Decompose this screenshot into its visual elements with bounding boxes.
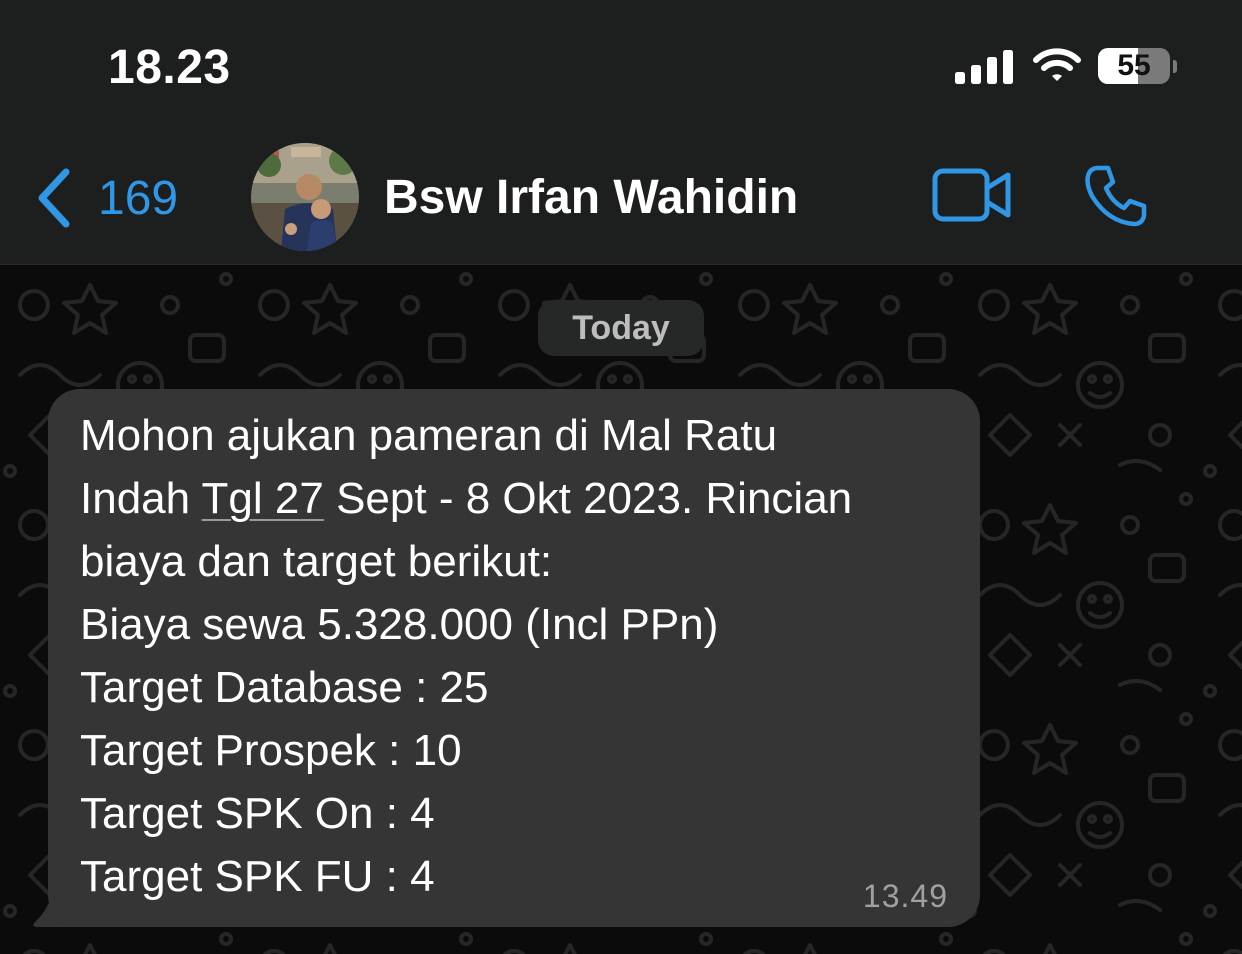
message-line: Target SPK FU : 4 — [80, 852, 435, 901]
message-bubble[interactable]: Mohon ajukan pameran di Mal Ratu Indah T… — [48, 389, 980, 927]
date-link[interactable]: Tgl 27 — [202, 474, 324, 523]
message-line: Mohon ajukan pameran di Mal Ratu — [80, 411, 778, 460]
video-call-button[interactable] — [932, 168, 1012, 229]
status-icons: 55 — [955, 44, 1195, 92]
wifi-icon — [1033, 48, 1081, 81]
video-camera-icon — [932, 168, 1011, 222]
battery-level: 55 — [1117, 49, 1151, 82]
battery-icon: 55 — [1098, 48, 1177, 84]
message-line: Target Database : 25 — [80, 663, 489, 712]
message-line: Target SPK On : 4 — [80, 789, 435, 838]
status-time: 18.23 — [108, 41, 231, 94]
phone-icon — [1085, 165, 1147, 227]
message-line-prefix: Indah — [80, 474, 191, 523]
message-line: biaya dan target berikut: — [80, 537, 553, 586]
contact-name[interactable]: Bsw Irfan Wahidin — [384, 170, 798, 225]
back-button[interactable]: 169 — [36, 165, 178, 231]
date-separator: Today — [538, 300, 704, 356]
avatar-photo — [251, 143, 359, 251]
message-line-rest: Sept - 8 Okt 2023. Rincian — [336, 474, 853, 523]
contact-avatar[interactable] — [251, 143, 359, 251]
message-line: Indah Tgl 27 Sept - 8 Okt 2023. Rincian — [80, 467, 960, 530]
voice-call-button[interactable] — [1084, 164, 1148, 233]
message-text: Mohon ajukan pameran di Mal Ratu Indah T… — [80, 404, 960, 908]
unread-chats-count: 169 — [98, 171, 179, 225]
top-bar: 18.23 55 169 Bsw Irfan Wahidin — [0, 0, 1242, 265]
chat-area[interactable]: Today Mohon ajukan pameran di Mal Ratu I… — [0, 265, 1242, 954]
message-line: Biaya sewa 5.328.000 (Incl PPn) — [80, 600, 719, 649]
message-line: Target Prospek : 10 — [80, 726, 462, 775]
cellular-signal-icon — [955, 50, 1013, 84]
chevron-left-icon — [38, 168, 70, 228]
message-timestamp: 13.49 — [862, 878, 948, 914]
